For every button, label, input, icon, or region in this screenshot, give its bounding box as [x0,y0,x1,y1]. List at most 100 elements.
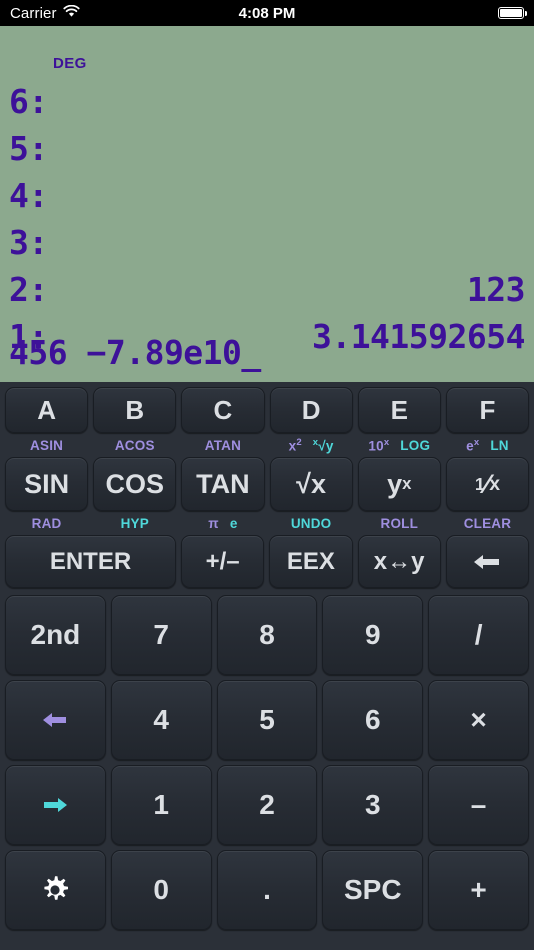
keypad-row-num-2: 4 5 6 × [5,680,529,760]
shift-label-purple: ASIN [30,438,63,453]
key-3[interactable]: 3 [322,765,423,845]
stack-row: 6: [9,78,525,125]
status-bar-left: Carrier [10,5,80,22]
stack-index: 6: [9,82,67,121]
shift-label-cyan: x√y [313,437,334,454]
key-cursor-left[interactable] [5,680,106,760]
sublabel-roll: ROLL [358,516,441,531]
shift-label-cyan: HYP [121,516,149,531]
arrow-left-purple-icon [40,710,70,730]
stack-index: 4: [9,176,67,215]
stack-index: 5: [9,129,67,168]
shift-label-purple: ex [466,437,479,454]
shift-label-cyan: LN [490,438,508,453]
carrier-label: Carrier [10,5,57,22]
sublabel-acos: ACOS [93,438,176,453]
stack-row: 5: [9,125,525,172]
key-b[interactable]: B [93,387,176,433]
key-1[interactable]: 1 [111,765,212,845]
sublabels-alpha: ASIN ACOS ATAN x2 x√y 10x LOG ex LN [5,433,529,457]
key-cos[interactable]: COS [93,457,176,511]
key-2[interactable]: 2 [217,765,318,845]
stack-row: 3: [9,219,525,266]
key-f[interactable]: F [446,387,529,433]
key-4[interactable]: 4 [111,680,212,760]
keypad-row-alpha: A B C D E F [5,387,529,433]
status-bar-right [498,7,524,19]
key-cursor-right[interactable] [5,765,106,845]
key-d[interactable]: D [270,387,353,433]
key-9[interactable]: 9 [322,595,423,675]
calculator-display[interactable]: DEG 6: 5: 4: 3: 2: 123 1: 3.141592654 45… [0,26,534,382]
key-divide[interactable]: / [428,595,529,675]
sublabel-hyp: HYP [93,516,176,531]
key-space[interactable]: SPC [322,850,423,930]
settings-gear-icon [37,872,73,908]
keypad-row-functions: SIN COS TAN √x yx 1⁄x [5,457,529,511]
keypad: A B C D E F ASIN ACOS ATAN x2 x√y 10x LO… [0,382,534,950]
key-backspace[interactable] [446,535,529,588]
sublabel-clear: CLEAR [446,516,529,531]
sublabel-pow10-log: 10x LOG [358,437,441,454]
key-5[interactable]: 5 [217,680,318,760]
shift-label-purple: π [208,516,219,531]
rpn-stack: 6: 5: 4: 3: 2: 123 1: 3.141592654 [9,78,525,360]
status-bar: Carrier 4:08 PM [0,0,534,26]
shift-label-cyan: LOG [400,438,430,453]
key-enter[interactable]: ENTER [5,535,176,588]
sublabel-undo: UNDO [270,516,353,531]
sublabel-exp-ln: ex LN [446,437,529,454]
key-y-to-x[interactable]: yx [358,457,441,511]
keypad-row-num-3: 1 2 3 – [5,765,529,845]
key-6[interactable]: 6 [322,680,423,760]
sublabels-functions: RAD HYP π e UNDO ROLL CLEAR [5,511,529,535]
stack-row: 4: [9,172,525,219]
arrow-left-icon [472,552,502,572]
shift-label-purple: RAD [32,516,62,531]
key-tan[interactable]: TAN [181,457,264,511]
wifi-icon [63,5,80,22]
sublabel-atan: ATAN [181,438,264,453]
key-sin[interactable]: SIN [5,457,88,511]
arrow-right-cyan-icon [40,795,70,815]
key-reciprocal[interactable]: 1⁄x [446,457,529,511]
shift-label-purple: ATAN [205,438,241,453]
key-7[interactable]: 7 [111,595,212,675]
shift-label-cyan: e [230,516,238,531]
stack-index: 2: [9,270,67,309]
key-eex[interactable]: EEX [269,535,352,588]
key-8[interactable]: 8 [217,595,318,675]
stack-index: 3: [9,223,67,262]
key-swap-xy[interactable]: x↔y [358,535,441,588]
shift-label-purple: x2 [289,437,302,454]
stack-value: 123 [67,270,525,309]
status-bar-clock: 4:08 PM [0,0,534,26]
key-settings[interactable] [5,850,106,930]
stack-row: 2: 123 [9,266,525,313]
key-multiply[interactable]: × [428,680,529,760]
key-add[interactable]: + [428,850,529,930]
shift-label-purple: CLEAR [464,516,512,531]
keypad-row-num-4: 0 . SPC + [5,850,529,930]
keypad-row-num-1: 2nd 7 8 9 / [5,595,529,675]
key-subtract[interactable]: – [428,765,529,845]
sublabel-rad: RAD [5,516,88,531]
display-input-line: 456 −7.89e10_ [9,333,525,372]
key-decimal-point[interactable]: . [217,850,318,930]
key-0[interactable]: 0 [111,850,212,930]
key-c[interactable]: C [181,387,264,433]
key-plus-minus[interactable]: +/– [181,535,264,588]
key-sqrt[interactable]: √x [270,457,353,511]
key-2nd[interactable]: 2nd [5,595,106,675]
keypad-row-enter: ENTER +/– EEX x↔y [5,535,529,588]
shift-label-cyan: UNDO [291,516,332,531]
shift-label-purple: ROLL [381,516,419,531]
shift-label-purple: 10x [368,437,389,454]
key-e[interactable]: E [358,387,441,433]
shift-label-purple: ACOS [115,438,155,453]
sublabel-pi-e: π e [181,516,264,531]
angle-mode-indicator: DEG [53,55,87,72]
battery-full-icon [498,7,524,19]
key-a[interactable]: A [5,387,88,433]
sublabel-asin: ASIN [5,438,88,453]
